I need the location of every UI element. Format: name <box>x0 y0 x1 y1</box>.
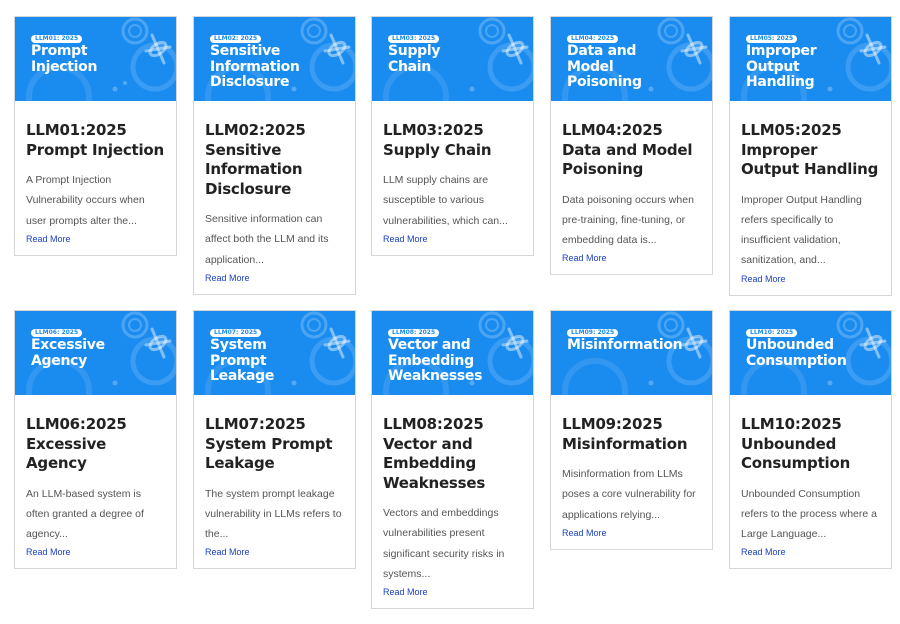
banner-title: Improper Output Handling <box>746 43 817 90</box>
read-more-link[interactable]: Read More <box>205 272 344 284</box>
card-title[interactable]: LLM02:2025 Sensitive Information Disclos… <box>205 121 344 199</box>
banner-title: Supply Chain <box>388 43 441 75</box>
card-llm09[interactable]: LLM09: 2025 Misinformation LLM09:2025 Mi… <box>550 310 713 550</box>
read-more-link[interactable]: Read More <box>741 273 880 285</box>
card-badge: LLM07: 2025 <box>210 329 262 337</box>
card-badge: LLM10: 2025 <box>746 329 798 337</box>
card-description: Improper Output Handling refers specific… <box>741 193 862 267</box>
card-llm05[interactable]: LLM05: 2025 Improper Output Handling LLM… <box>729 16 892 296</box>
card-banner[interactable]: LLM09: 2025 Misinformation <box>551 311 712 395</box>
card-title[interactable]: LLM10:2025 Unbounded Consumption <box>741 415 880 474</box>
card-llm01[interactable]: LLM01: 2025 Prompt Injection LLM01:2025 … <box>14 16 177 256</box>
read-more-link[interactable]: Read More <box>562 252 701 264</box>
card-badge: LLM04: 2025 <box>567 35 619 43</box>
card-badge: LLM03: 2025 <box>388 35 440 43</box>
card-title[interactable]: LLM04:2025 Data and Model Poisoning <box>562 121 701 180</box>
read-more-link[interactable]: Read More <box>205 546 344 558</box>
banner-title: Sensitive Information Disclosure <box>210 43 300 90</box>
card-title[interactable]: LLM06:2025 Excessive Agency <box>26 415 165 474</box>
card-banner[interactable]: LLM02: 2025 Sensitive Information Disclo… <box>194 17 355 101</box>
card-badge: LLM01: 2025 <box>31 35 83 43</box>
banner-title: Data and Model Poisoning <box>567 43 642 90</box>
card-title[interactable]: LLM03:2025 Supply Chain <box>383 121 522 160</box>
card-title[interactable]: LLM01:2025 Prompt Injection <box>26 121 165 160</box>
card-title[interactable]: LLM07:2025 System Prompt Leakage <box>205 415 344 474</box>
card-llm08[interactable]: LLM08: 2025 Vector and Embedding Weaknes… <box>371 310 534 610</box>
card-description: Data poisoning occurs when pre-training,… <box>562 193 694 247</box>
card-description: Sensitive information can affect both th… <box>205 213 329 266</box>
card-llm02[interactable]: LLM02: 2025 Sensitive Information Disclo… <box>193 16 356 295</box>
card-description: Vectors and embeddings vulnerabilities p… <box>383 507 505 580</box>
banner-title: Excessive Agency <box>31 337 105 369</box>
banner-title: Vector and Embedding Weaknesses <box>388 337 483 384</box>
card-banner[interactable]: LLM07: 2025 System Prompt Leakage <box>194 311 355 395</box>
read-more-link[interactable]: Read More <box>383 586 522 598</box>
card-description: LLM supply chains are susceptible to var… <box>383 174 508 227</box>
card-banner[interactable]: LLM10: 2025 Unbounded Consumption <box>730 311 891 395</box>
card-banner[interactable]: LLM05: 2025 Improper Output Handling <box>730 17 891 101</box>
card-llm10[interactable]: LLM10: 2025 Unbounded Consumption LLM10:… <box>729 310 892 570</box>
card-badge: LLM05: 2025 <box>746 35 798 43</box>
card-title[interactable]: LLM08:2025 Vector and Embedding Weakness… <box>383 415 522 493</box>
card-banner[interactable]: LLM04: 2025 Data and Model Poisoning <box>551 17 712 101</box>
card-badge: LLM06: 2025 <box>31 329 83 337</box>
card-llm07[interactable]: LLM07: 2025 System Prompt Leakage LLM07:… <box>193 310 356 570</box>
card-llm03[interactable]: LLM03: 2025 Supply Chain LLM03:2025 Supp… <box>371 16 534 256</box>
card-description: The system prompt leakage vulnerability … <box>205 487 342 541</box>
card-description: Misinformation from LLMs poses a core vu… <box>562 468 696 521</box>
card-title[interactable]: LLM09:2025 Misinformation <box>562 415 701 454</box>
card-banner[interactable]: LLM06: 2025 Excessive Agency <box>15 311 176 395</box>
card-badge: LLM09: 2025 <box>567 329 619 337</box>
card-llm04[interactable]: LLM04: 2025 Data and Model Poisoning LLM… <box>550 16 713 276</box>
banner-title: Prompt Injection <box>31 43 98 75</box>
read-more-link[interactable]: Read More <box>383 233 522 245</box>
read-more-link[interactable]: Read More <box>26 546 165 558</box>
read-more-link[interactable]: Read More <box>741 546 880 558</box>
card-badge: LLM08: 2025 <box>388 329 440 337</box>
card-llm06[interactable]: LLM06: 2025 Excessive Agency LLM06:2025 … <box>14 310 177 570</box>
banner-title: System Prompt Leakage <box>210 337 275 384</box>
card-banner[interactable]: LLM03: 2025 Supply Chain <box>372 17 533 101</box>
card-title[interactable]: LLM05:2025 Improper Output Handling <box>741 121 880 180</box>
card-description: An LLM-based system is often granted a d… <box>26 487 144 541</box>
card-description: A Prompt Injection Vulnerability occurs … <box>26 174 145 227</box>
read-more-link[interactable]: Read More <box>562 527 701 539</box>
card-badge: LLM02: 2025 <box>210 35 262 43</box>
card-banner[interactable]: LLM01: 2025 Prompt Injection <box>15 17 176 101</box>
banner-title: Unbounded Consumption <box>746 337 847 369</box>
banner-title: Misinformation <box>567 337 683 353</box>
card-banner[interactable]: LLM08: 2025 Vector and Embedding Weaknes… <box>372 311 533 395</box>
card-description: Unbounded Consumption refers to the proc… <box>741 487 877 541</box>
read-more-link[interactable]: Read More <box>26 233 165 245</box>
